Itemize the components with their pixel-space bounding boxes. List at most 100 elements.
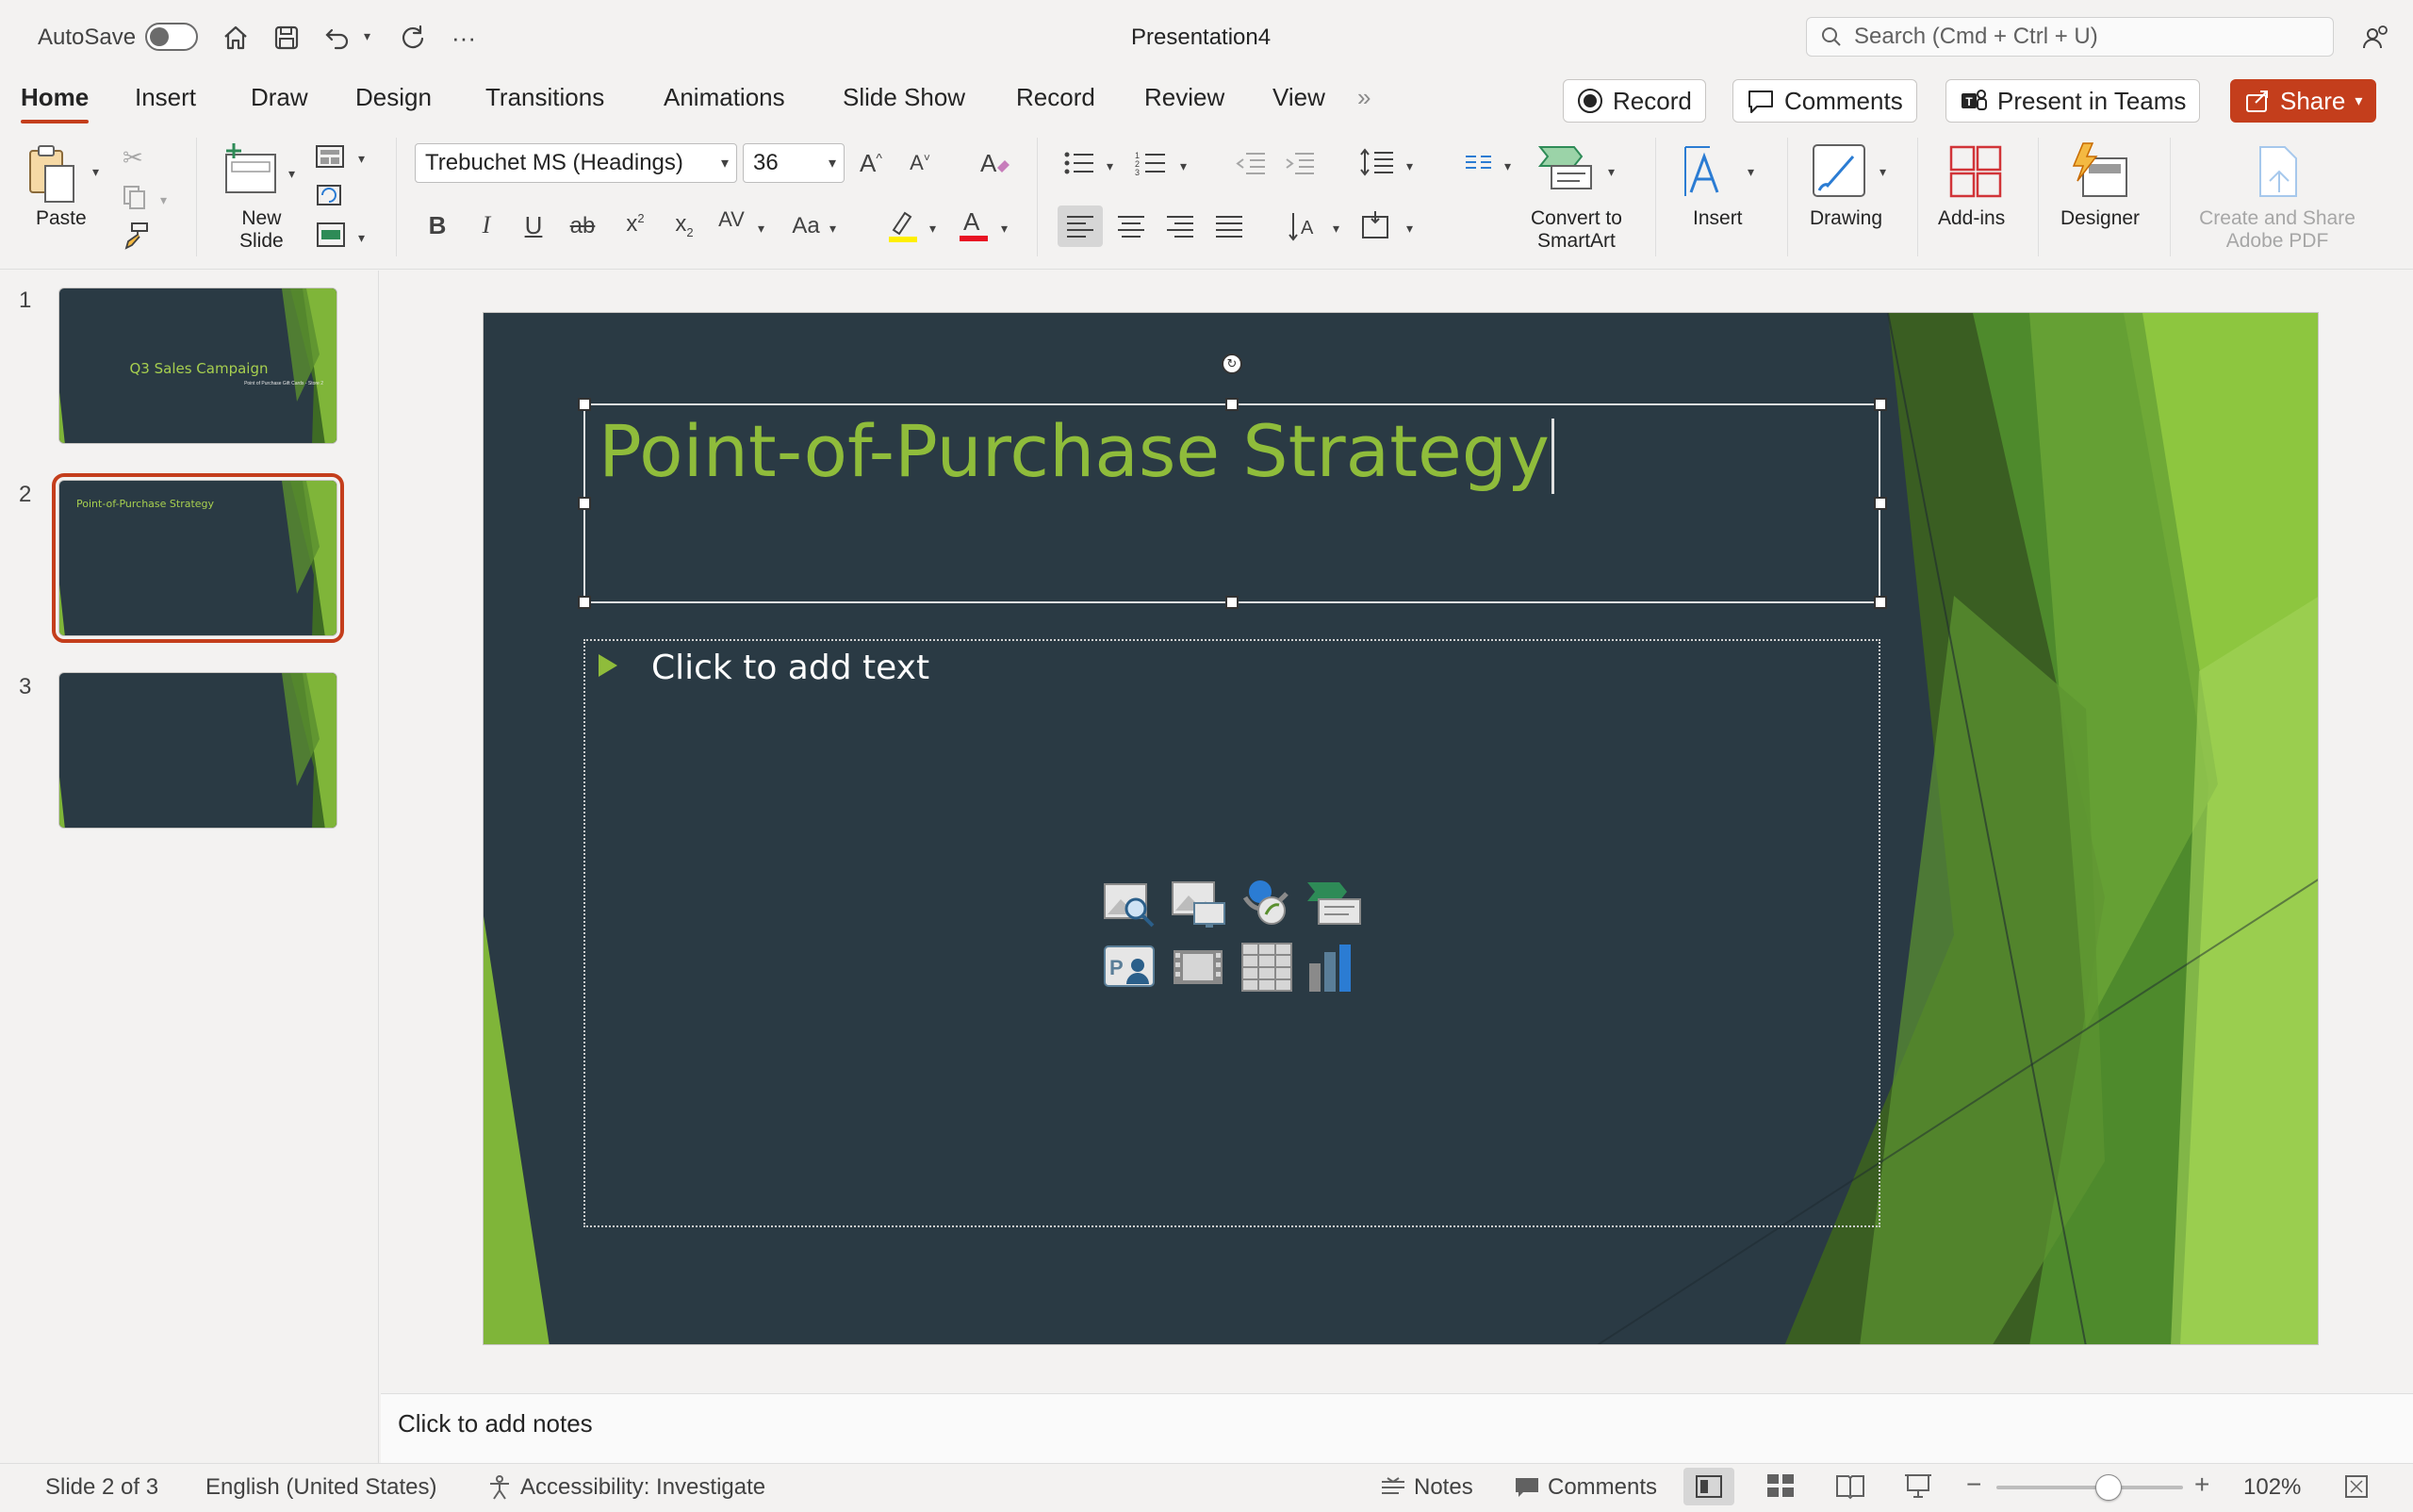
resize-handle[interactable] — [1874, 596, 1887, 609]
change-case-icon[interactable]: Aa — [786, 213, 826, 239]
autosave-toggle[interactable] — [145, 23, 198, 51]
new-slide-dropdown-icon[interactable]: ▾ — [288, 166, 295, 182]
columns-dropdown-icon[interactable]: ▾ — [1504, 158, 1511, 174]
font-size-select[interactable]: 36 ▾ — [743, 143, 845, 183]
insert-dropdown-icon[interactable]: ▾ — [1748, 164, 1754, 180]
numbering-icon[interactable]: 123 — [1135, 149, 1167, 182]
increase-font-size-icon[interactable]: A^ — [854, 149, 888, 178]
bullets-icon[interactable] — [1063, 149, 1095, 182]
font-name-select[interactable]: Trebuchet MS (Headings) ▾ — [415, 143, 737, 183]
slide-thumbnail-1[interactable]: Q3 Sales Campaign Point of Purchase Gift… — [58, 288, 337, 444]
section-dropdown-icon[interactable]: ▾ — [358, 230, 365, 246]
addins-icon[interactable] — [1947, 143, 2004, 205]
resize-handle[interactable] — [1225, 398, 1239, 411]
columns-icon[interactable] — [1463, 151, 1495, 180]
save-icon[interactable] — [268, 19, 305, 57]
title-placeholder[interactable]: Point-of-Purchase Strategy — [583, 403, 1880, 603]
tab-view[interactable]: View — [1272, 83, 1325, 112]
character-spacing-icon[interactable]: AV — [714, 207, 748, 232]
reset-slide-icon[interactable] — [315, 181, 347, 214]
justify-icon[interactable] — [1206, 205, 1252, 252]
redo-icon[interactable] — [394, 19, 432, 57]
resize-handle[interactable] — [1874, 497, 1887, 510]
drawing-dropdown-icon[interactable]: ▾ — [1880, 164, 1886, 180]
tab-transitions[interactable]: Transitions — [485, 83, 604, 112]
text-direction-dropdown-icon[interactable]: ▾ — [1333, 221, 1339, 237]
line-spacing-dropdown-icon[interactable]: ▾ — [1406, 158, 1413, 174]
subscript-icon[interactable]: x2 — [667, 211, 701, 239]
tab-design[interactable]: Design — [355, 83, 432, 112]
cut-icon[interactable]: ✂ — [123, 143, 143, 173]
comments-toggle-button[interactable]: Comments — [1514, 1474, 1657, 1501]
layout-dropdown-icon[interactable]: ▾ — [358, 151, 365, 167]
clear-formatting-icon[interactable]: A — [978, 147, 1012, 184]
tab-home[interactable]: Home — [21, 83, 90, 123]
tab-review[interactable]: Review — [1144, 83, 1224, 112]
language-status[interactable]: English (United States) — [205, 1474, 436, 1501]
zoom-slider[interactable] — [1996, 1474, 2183, 1501]
slide-thumbnail-3[interactable] — [58, 672, 337, 829]
highlight-dropdown-icon[interactable]: ▾ — [929, 221, 936, 237]
drawing-icon[interactable] — [1810, 141, 1870, 206]
font-color-dropdown-icon[interactable]: ▾ — [1001, 221, 1008, 237]
tab-record[interactable]: Record — [1016, 83, 1095, 112]
share-button[interactable]: Share ▾ — [2230, 79, 2377, 123]
tab-insert[interactable]: Insert — [135, 83, 196, 112]
insert-chart-icon[interactable] — [1305, 941, 1360, 998]
accessibility-status[interactable]: Accessibility: Investigate — [486, 1474, 765, 1501]
section-icon[interactable] — [315, 221, 347, 254]
insert-video-icon[interactable] — [1170, 945, 1226, 994]
paste-dropdown-icon[interactable]: ▾ — [92, 164, 99, 180]
insert-pictures-icon[interactable] — [1170, 877, 1228, 934]
undo-icon[interactable] — [319, 19, 356, 57]
tab-slide-show[interactable]: Slide Show — [843, 83, 965, 112]
highlight-color-icon[interactable] — [886, 207, 920, 250]
line-spacing-icon[interactable] — [1359, 147, 1395, 182]
current-slide[interactable]: Point-of-Purchase Strategy ↻ Click to ad… — [483, 312, 2319, 1345]
record-button[interactable]: Record — [1563, 79, 1706, 123]
align-right-icon[interactable] — [1157, 205, 1203, 252]
insert-stock-images-icon[interactable] — [1102, 877, 1158, 934]
insert-textbox-icon[interactable] — [1682, 143, 1738, 205]
notes-pane[interactable]: Click to add notes — [381, 1393, 2413, 1463]
zoom-slider-thumb[interactable] — [2094, 1474, 2122, 1501]
share-people-icon[interactable] — [2356, 19, 2394, 57]
insert-smartart-icon[interactable] — [1305, 877, 1364, 934]
resize-handle[interactable] — [578, 398, 591, 411]
slideshow-view-icon[interactable] — [1902, 1471, 1934, 1506]
more-options-icon[interactable]: ··· — [445, 19, 483, 57]
convert-smartart-icon[interactable] — [1537, 143, 1595, 195]
slide-thumbnail-2[interactable]: Point-of-Purchase Strategy — [52, 473, 344, 643]
rotate-handle-icon[interactable]: ↻ — [1222, 353, 1242, 374]
slide-title[interactable]: Point-of-Purchase Strategy — [599, 409, 1554, 494]
content-placeholder[interactable]: Click to add text P — [583, 639, 1880, 1227]
zoom-level[interactable]: 102% — [2243, 1474, 2301, 1501]
resize-handle[interactable] — [1225, 596, 1239, 609]
format-painter-icon[interactable] — [121, 221, 151, 255]
notes-toggle-button[interactable]: Notes — [1380, 1474, 1473, 1501]
superscript-icon[interactable]: x2 — [618, 211, 652, 238]
align-text-icon[interactable] — [1359, 209, 1393, 248]
copy-dropdown-icon[interactable]: ▾ — [160, 192, 167, 208]
slide-sorter-icon[interactable] — [1765, 1471, 1797, 1506]
present-in-teams-button[interactable]: T Present in Teams — [1945, 79, 2201, 123]
resize-handle[interactable] — [578, 596, 591, 609]
insert-cameo-icon[interactable]: P — [1102, 943, 1158, 996]
tab-animations[interactable]: Animations — [664, 83, 785, 112]
decrease-indent-icon[interactable] — [1235, 149, 1267, 182]
search-input[interactable]: Search (Cmd + Ctrl + U) — [1806, 17, 2334, 57]
character-spacing-dropdown-icon[interactable]: ▾ — [758, 221, 764, 237]
reading-view-icon[interactable] — [1834, 1471, 1866, 1506]
insert-table-icon[interactable] — [1239, 941, 1294, 998]
copy-icon[interactable] — [121, 183, 149, 216]
layout-icon[interactable] — [315, 143, 347, 174]
increase-indent-icon[interactable] — [1284, 149, 1316, 182]
bold-icon[interactable]: B — [420, 211, 454, 240]
home-icon[interactable] — [217, 19, 254, 57]
strikethrough-icon[interactable]: ab — [566, 213, 599, 239]
more-tabs-icon[interactable]: » — [1357, 83, 1371, 112]
resize-handle[interactable] — [578, 497, 591, 510]
text-direction-icon[interactable]: A — [1288, 209, 1320, 248]
paste-icon[interactable] — [26, 143, 87, 214]
tab-draw[interactable]: Draw — [251, 83, 308, 112]
